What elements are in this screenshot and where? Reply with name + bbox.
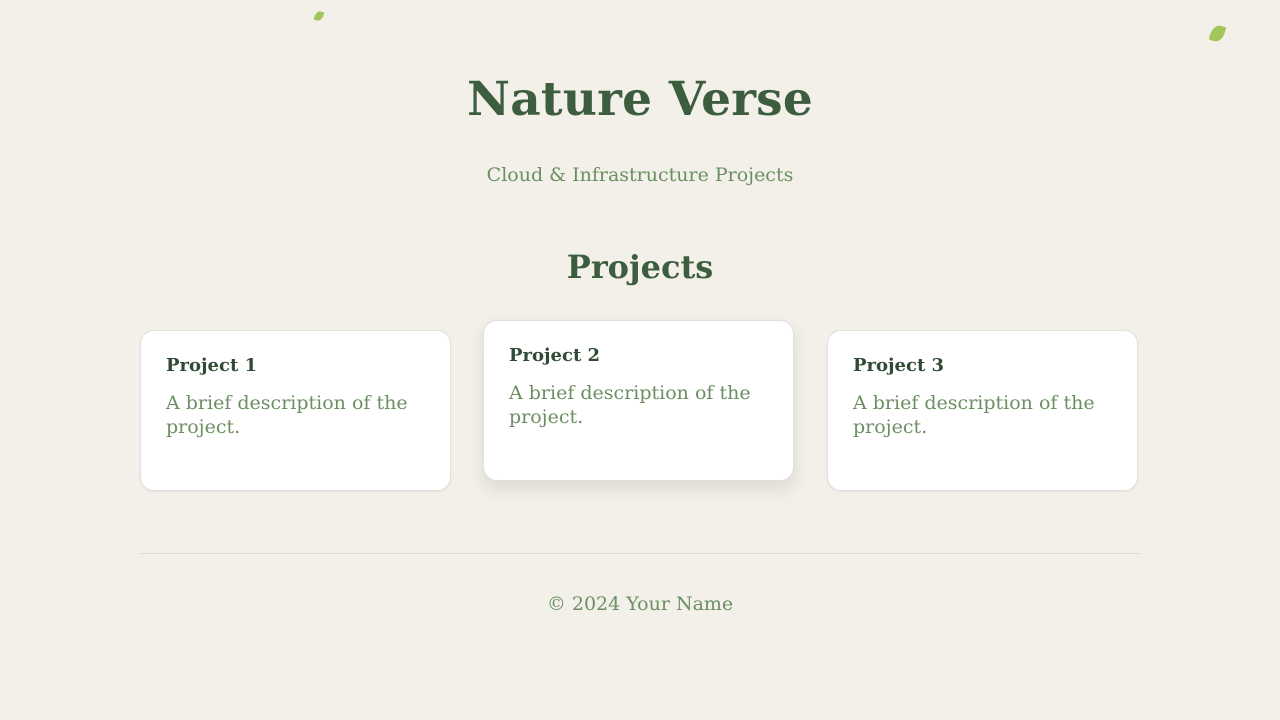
project-card-description: A brief description of the project.: [853, 392, 1095, 438]
leaf-icon: [313, 9, 325, 23]
site-title: Nature Verse: [467, 72, 813, 127]
project-card-title: Project 3: [853, 355, 945, 376]
project-card-description: A brief description of the project.: [509, 382, 751, 428]
site-subtitle: Cloud & Infrastructure Projects: [486, 164, 794, 186]
project-card-title: Project 1: [166, 355, 258, 376]
footer-copyright: © 2024 Your Name: [546, 593, 734, 615]
footer-divider: [140, 553, 1140, 554]
project-card-2[interactable]: Project 2 A brief description of the pro…: [483, 320, 794, 481]
project-card-1[interactable]: Project 1 A brief description of the pro…: [140, 330, 451, 491]
projects-heading: Projects: [566, 248, 714, 286]
project-card-description: A brief description of the project.: [166, 392, 408, 438]
project-card-3[interactable]: Project 3 A brief description of the pro…: [827, 330, 1138, 491]
page: Nature Verse Cloud & Infrastructure Proj…: [0, 0, 1280, 720]
leaf-icon: [1208, 23, 1227, 44]
project-card-title: Project 2: [509, 345, 601, 366]
